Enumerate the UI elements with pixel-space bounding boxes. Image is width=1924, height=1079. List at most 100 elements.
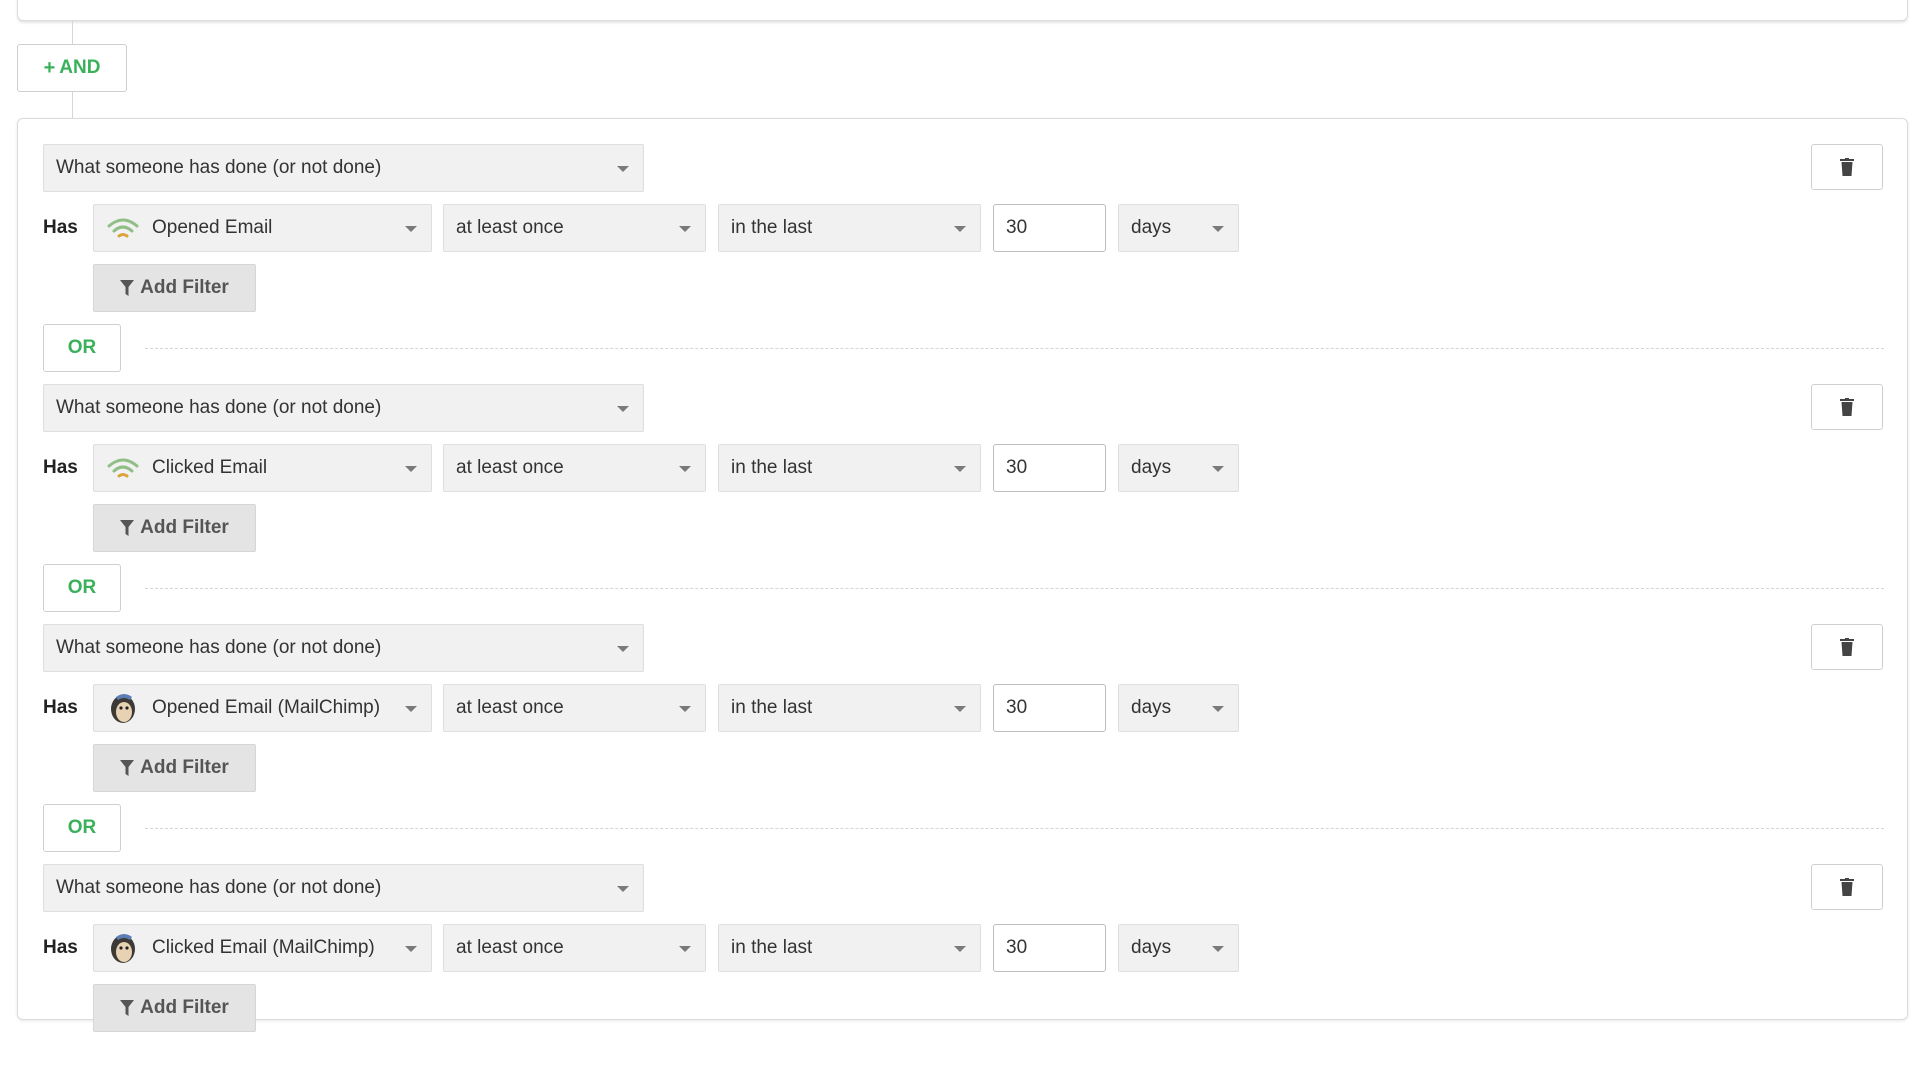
time-range-value: in the last <box>731 217 813 238</box>
plus-icon: + <box>43 56 56 79</box>
metric-value: Clicked Email (MailChimp) <box>152 937 375 958</box>
condition-type-select[interactable]: What someone has done (or not done) <box>43 144 644 192</box>
caret-down-icon <box>405 706 417 712</box>
time-unit-value: days <box>1131 937 1172 958</box>
caret-down-icon <box>617 166 629 172</box>
trash-icon <box>1840 878 1854 896</box>
delete-condition-button[interactable] <box>1811 624 1883 670</box>
or-label: OR <box>67 337 97 358</box>
time-range-select[interactable]: in the last <box>718 924 981 972</box>
delete-condition-button[interactable] <box>1811 864 1883 910</box>
condition-type-value: What someone has done (or not done) <box>56 157 382 178</box>
add-filter-label: Add Filter <box>140 277 229 298</box>
condition-type-value: What someone has done (or not done) <box>56 637 382 658</box>
caret-down-icon <box>617 646 629 652</box>
connector-line <box>72 92 73 118</box>
add-filter-button[interactable]: Add Filter <box>93 744 256 792</box>
caret-down-icon <box>405 466 417 472</box>
caret-down-icon <box>954 706 966 712</box>
metric-select[interactable]: Clicked Email <box>93 444 432 492</box>
caret-down-icon <box>1212 946 1224 952</box>
add-filter-label: Add Filter <box>140 997 229 1018</box>
add-and-button[interactable]: + AND <box>17 44 127 92</box>
caret-down-icon <box>679 226 691 232</box>
condition-row: What someone has done (or not done) Has … <box>18 599 1907 852</box>
trash-icon <box>1840 638 1854 656</box>
has-label: Has <box>43 457 78 478</box>
metric-value: Opened Email (MailChimp) <box>152 697 381 718</box>
time-count-input[interactable] <box>993 204 1106 252</box>
trash-icon <box>1840 398 1854 416</box>
time-unit-value: days <box>1131 217 1172 238</box>
caret-down-icon <box>405 226 417 232</box>
frequency-value: at least once <box>456 937 564 958</box>
time-unit-select[interactable]: days <box>1118 684 1239 732</box>
caret-down-icon <box>954 226 966 232</box>
time-range-select[interactable]: in the last <box>718 204 981 252</box>
add-filter-button[interactable]: Add Filter <box>93 504 256 552</box>
delete-condition-button[interactable] <box>1811 384 1883 430</box>
caret-down-icon <box>1212 466 1224 472</box>
connector-line <box>72 20 73 44</box>
time-range-value: in the last <box>731 457 813 478</box>
metric-select[interactable]: Clicked Email (MailChimp) <box>93 924 432 972</box>
trash-icon <box>1840 158 1854 176</box>
condition-type-select[interactable]: What someone has done (or not done) <box>43 624 644 672</box>
frequency-select[interactable]: at least once <box>443 684 706 732</box>
wifi-signal-icon <box>106 211 140 245</box>
frequency-select[interactable]: at least once <box>443 444 706 492</box>
condition-row: What someone has done (or not done) Has … <box>18 359 1907 612</box>
condition-row: What someone has done (or not done) Has … <box>18 119 1907 372</box>
add-filter-button[interactable]: Add Filter <box>93 264 256 312</box>
metric-select[interactable]: Opened Email <box>93 204 432 252</box>
condition-type-select[interactable]: What someone has done (or not done) <box>43 864 644 912</box>
caret-down-icon <box>679 706 691 712</box>
filter-icon <box>120 760 135 776</box>
filter-icon <box>120 520 135 536</box>
caret-down-icon <box>617 886 629 892</box>
dotted-divider <box>145 588 1884 589</box>
add-filter-label: Add Filter <box>140 517 229 538</box>
time-unit-value: days <box>1131 697 1172 718</box>
filter-icon <box>120 1000 135 1016</box>
caret-down-icon <box>1212 226 1224 232</box>
frequency-select[interactable]: at least once <box>443 924 706 972</box>
frequency-select[interactable]: at least once <box>443 204 706 252</box>
mailchimp-icon <box>106 931 140 965</box>
condition-row: What someone has done (or not done) Has … <box>18 839 1907 1079</box>
time-unit-value: days <box>1131 457 1172 478</box>
time-unit-select[interactable]: days <box>1118 444 1239 492</box>
delete-condition-button[interactable] <box>1811 144 1883 190</box>
time-range-value: in the last <box>731 697 813 718</box>
dotted-divider <box>145 348 1884 349</box>
condition-type-value: What someone has done (or not done) <box>56 397 382 418</box>
time-count-input[interactable] <box>993 924 1106 972</box>
caret-down-icon <box>1212 706 1224 712</box>
has-label: Has <box>43 217 78 238</box>
add-filter-label: Add Filter <box>140 757 229 778</box>
previous-condition-panel <box>17 0 1908 21</box>
add-filter-button[interactable]: Add Filter <box>93 984 256 1032</box>
metric-value: Opened Email <box>152 217 273 238</box>
filter-icon <box>120 280 135 296</box>
or-label: OR <box>67 817 97 838</box>
condition-type-select[interactable]: What someone has done (or not done) <box>43 384 644 432</box>
has-label: Has <box>43 697 78 718</box>
time-unit-select[interactable]: days <box>1118 924 1239 972</box>
caret-down-icon <box>954 946 966 952</box>
metric-value: Clicked Email <box>152 457 268 478</box>
time-unit-select[interactable]: days <box>1118 204 1239 252</box>
frequency-value: at least once <box>456 697 564 718</box>
time-range-value: in the last <box>731 937 813 958</box>
time-count-input[interactable] <box>993 684 1106 732</box>
caret-down-icon <box>954 466 966 472</box>
time-range-select[interactable]: in the last <box>718 444 981 492</box>
dotted-divider <box>145 828 1884 829</box>
or-condition-group-panel: What someone has done (or not done) Has … <box>17 118 1908 1032</box>
mailchimp-icon <box>106 691 140 725</box>
and-button-label: AND <box>59 57 101 78</box>
or-label: OR <box>67 577 97 598</box>
time-count-input[interactable] <box>993 444 1106 492</box>
time-range-select[interactable]: in the last <box>718 684 981 732</box>
metric-select[interactable]: Opened Email (MailChimp) <box>93 684 432 732</box>
